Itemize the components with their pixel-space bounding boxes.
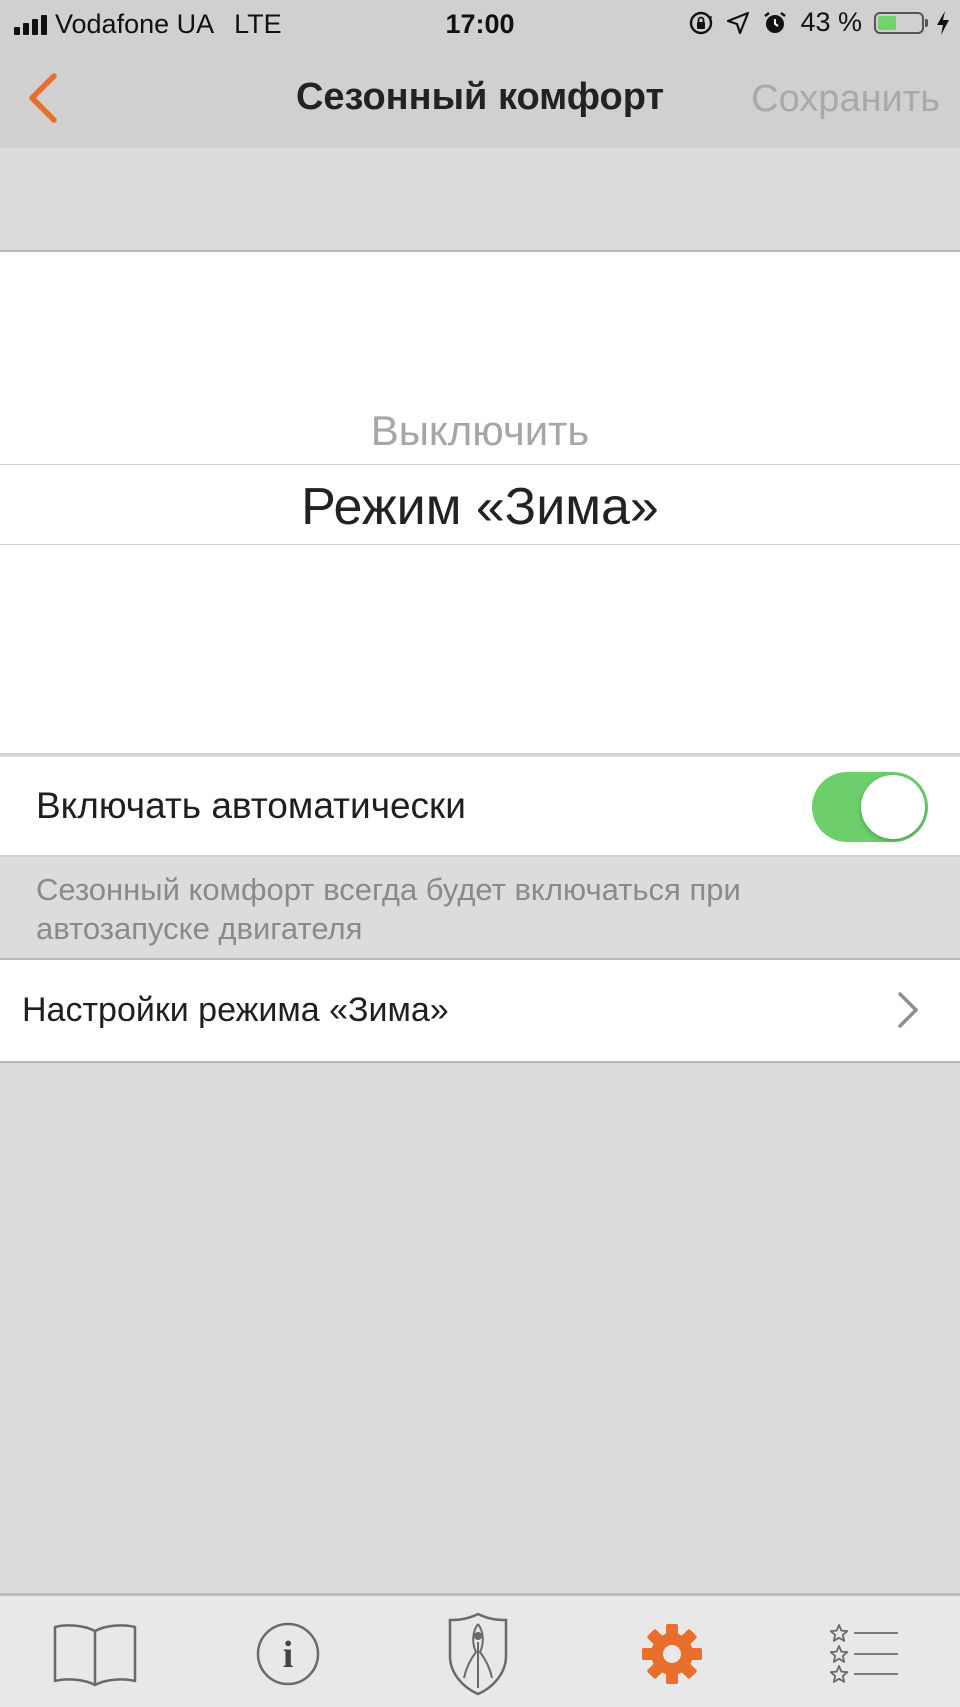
battery-fill — [878, 15, 896, 30]
chevron-left-icon — [29, 73, 57, 123]
info-icon: i — [256, 1622, 320, 1686]
picker-selection-bottom-divider — [0, 544, 960, 545]
picker-option-off[interactable]: Выключить — [0, 407, 960, 455]
battery-icon — [874, 11, 928, 34]
book-icon — [53, 1624, 137, 1687]
tab-brand[interactable] — [446, 1612, 510, 1696]
winter-settings-label: Настройки режима «Зима» — [22, 991, 449, 1029]
auto-enable-label: Включать автоматически — [36, 785, 466, 826]
network-type: LTE — [234, 9, 282, 39]
auto-enable-toggle[interactable] — [812, 772, 928, 842]
shield-logo-icon — [448, 1612, 508, 1696]
back-button[interactable] — [22, 70, 72, 126]
carrier-name: Vodafone UA — [55, 9, 215, 39]
winter-settings-row[interactable]: Настройки режима «Зима» — [0, 958, 960, 1063]
gear-icon — [642, 1624, 702, 1684]
tab-bar: i — [0, 1593, 960, 1707]
status-right: 43 % — [688, 7, 950, 38]
battery-percent: 43 % — [800, 7, 862, 37]
alarm-icon — [764, 11, 787, 33]
toggle-knob — [861, 775, 925, 839]
status-left: Vodafone UA LTE — [14, 9, 282, 40]
tab-info[interactable]: i — [255, 1616, 321, 1692]
tab-book[interactable] — [52, 1616, 138, 1692]
auto-enable-footer: Сезонный комфорт всегда будет включаться… — [36, 872, 741, 946]
signal-icon — [14, 14, 47, 35]
tab-settings[interactable] — [640, 1616, 704, 1692]
tab-favorites[interactable] — [830, 1616, 900, 1692]
picker-option-selected[interactable]: Режим «Зима» — [0, 477, 960, 537]
star-list-icon — [830, 1624, 898, 1683]
navigation-bar: Сезонный комфорт Сохранить — [0, 48, 960, 148]
mode-picker[interactable]: Выключить Режим «Зима» — [0, 250, 960, 755]
charging-icon — [937, 10, 949, 35]
rotation-lock-icon — [690, 11, 713, 34]
info-glyph: i — [283, 1634, 294, 1676]
picker-selection-top-divider — [0, 464, 960, 465]
save-button[interactable]: Сохранить — [751, 78, 940, 121]
auto-enable-row: Включать автоматически — [0, 757, 960, 857]
chevron-right-icon — [898, 992, 918, 1028]
status-bar: Vodafone UA LTE 17:00 43 % — [0, 0, 960, 48]
location-icon — [727, 11, 750, 34]
